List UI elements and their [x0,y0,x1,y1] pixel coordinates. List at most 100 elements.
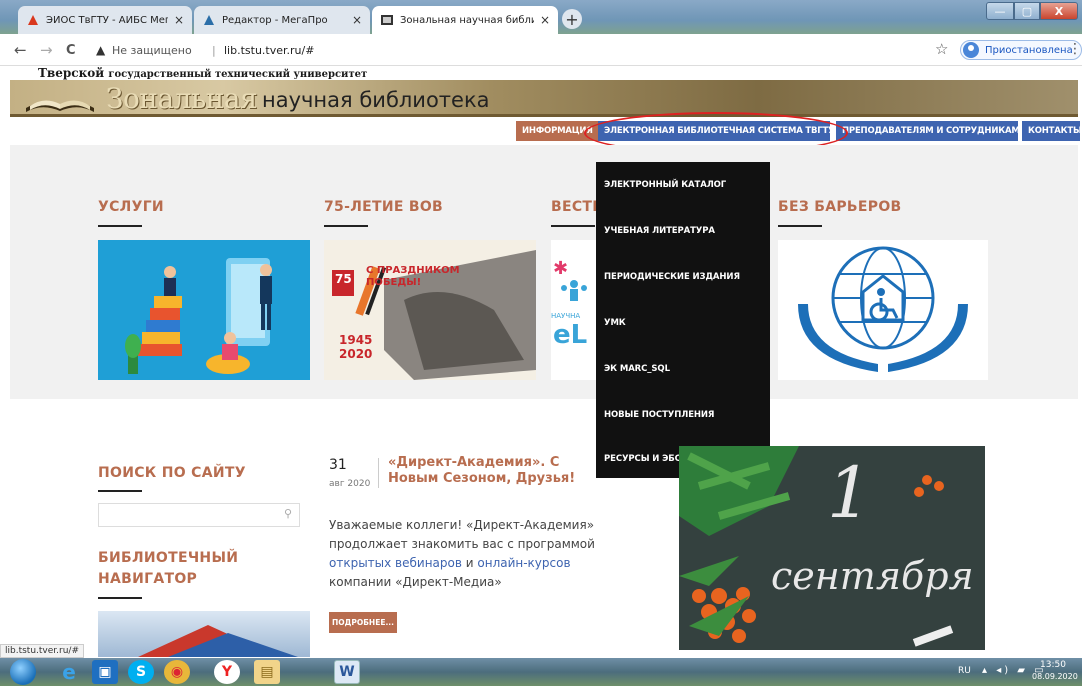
university-bar: Тверской государственный технический уни… [0,66,1082,80]
elib-label: НАУЧНА [551,312,581,320]
site-search-input[interactable] [98,503,300,527]
barriers-image[interactable] [778,240,988,380]
vestnik-image[interactable]: ✱ НАУЧНА eL [551,240,596,380]
yandex-taskbar-icon[interactable]: Y [214,660,240,684]
dropdown-item-resources[interactable]: РЕСУРСЫ И ЭБС [604,454,681,464]
profile-button[interactable]: Приостановлена [960,40,1082,60]
browser-tab-library[interactable]: Зональная научная библиотека × [372,6,558,34]
status-url: lib.tstu.tver.ru/# [0,644,84,658]
security-status[interactable]: Не защищено [112,44,192,57]
browser-tab-eios[interactable]: ЭИОС ТвГТУ - АИБС МегаПро × [18,6,192,34]
search-title: ПОИСК ПО САЙТУ [98,465,246,481]
vov-greeting-line1: С ПРАЗДНИКОМ [366,265,460,276]
news-text: Уважаемые коллеги! «Директ-Академия» про… [329,518,595,551]
read-more-button[interactable]: ПОДРОБНЕЕ... [329,612,397,633]
university-rest: государственный технический университет [108,69,368,80]
online-courses-link[interactable]: онлайн-курсов [477,556,570,570]
news-text: компании «Директ-Медиа» [329,575,502,589]
dropdown-item-umk[interactable]: УМК [604,318,626,328]
news-date-month: авг 2020 [329,479,371,489]
asterisk-icon: ✱ [553,258,569,279]
warning-icon[interactable]: ▲ [96,43,105,57]
megapro-icon [204,15,214,25]
people-with-books-illustration [125,258,272,374]
browser-tab-editor[interactable]: Редактор - МегаПро × [194,6,370,34]
skype-taskbar-icon[interactable]: S [128,660,154,684]
library-name-highlight: Зональная [106,82,258,115]
explorer-taskbar-icon[interactable]: ▤ [254,660,280,684]
news-date-day: 31 [329,457,347,473]
ie-taskbar-icon[interactable]: e [56,660,82,684]
news-excerpt: Уважаемые коллеги! «Директ-Академия» про… [329,516,629,592]
divider [551,225,595,227]
address-bar: ← → C ▲ Не защищено | lib.tstu.tver.ru/#… [0,34,1082,66]
divider [378,458,379,488]
dropdown-item-new-arrivals[interactable]: НОВЫЕ ПОСТУПЛЕНИЯ [604,410,714,420]
people-icon [561,280,587,301]
divider [324,225,368,227]
tab-close-icon[interactable]: × [174,13,184,27]
tab-close-icon[interactable]: × [540,13,550,27]
vov-greeting-line2: ПОБЕДЫ! [366,277,422,288]
services-image[interactable] [98,240,310,380]
divider [98,225,142,227]
clock-date[interactable]: 08.09.2020 [1032,672,1078,681]
september-image[interactable]: 1 сентября [679,446,985,650]
tab-title: ЭИОС ТвГТУ - АИБС МегаПро [46,14,168,26]
tab-title: Зональная научная библиотека [400,14,534,26]
tab-close-icon[interactable]: × [352,13,362,27]
clock-time[interactable]: 13:50 [1040,660,1066,670]
divider [778,225,822,227]
nav-staff[interactable]: ПРЕПОДАВАТЕЛЯМ И СОТРУДНИКАМ [836,121,1020,141]
search-icon[interactable]: ⚲ [284,507,292,520]
library-favicon [381,15,393,25]
vov-image[interactable]: 75 С ПРАЗДНИКОМ ПОБЕДЫ! 1945 2020 [324,240,536,380]
browser-tabbar: ЭИОС ТвГТУ - АИБС МегаПро × Редактор - М… [0,0,1082,34]
tab-title: Редактор - МегаПро [222,14,328,26]
els-dropdown-menu: ЭЛЕКТРОННЫЙ КАТАЛОГ УЧЕБНАЯ ЛИТЕРАТУРА П… [596,162,770,478]
vov-badge: 75 [335,272,352,286]
back-button[interactable]: ← [14,41,27,59]
start-button[interactable] [10,659,36,685]
window-close-button[interactable]: X [1040,2,1078,20]
url-separator: | [212,44,216,57]
divider [98,597,142,599]
vov-title[interactable]: 75-ЛЕТИЕ ВОВ [324,199,443,215]
language-indicator[interactable]: RU [958,666,971,676]
september-number: 1 [827,452,872,534]
profile-label: Приостановлена [985,44,1073,56]
outlook-taskbar-icon[interactable]: ▣ [92,660,118,684]
window-minimize-button[interactable]: — [986,2,1014,20]
browser-menu-icon[interactable]: ⋮ [1068,41,1082,57]
chrome-taskbar-icon[interactable]: ◉ [164,660,190,684]
divider [98,490,142,492]
reload-button[interactable]: C [66,43,76,58]
webinars-link[interactable]: открытых вебинаров [329,556,462,570]
word-taskbar-icon[interactable]: W [334,660,360,684]
url-input[interactable]: lib.tstu.tver.ru/# [224,44,314,57]
navigator-graphic [138,625,298,657]
barriers-title[interactable]: БЕЗ БАРЬЕРОВ [778,199,902,215]
bookmark-star-icon[interactable]: ☆ [935,40,948,58]
navigator-image[interactable] [98,611,310,657]
window-maximize-button[interactable]: ▢ [1014,2,1040,20]
navigator-title: БИБЛИОТЕЧНЫЙ НАВИГАТОР [98,550,239,587]
vov-year-to: 2020 [339,347,373,361]
accessibility-globe-icon [798,246,968,372]
library-name-rest: научная библиотека [262,88,490,112]
news-text: и [461,556,478,570]
new-tab-button[interactable]: + [562,9,582,29]
september-word: сентября [771,554,974,598]
elib-logo: eL [553,320,588,350]
forward-button[interactable]: → [40,41,53,59]
dropdown-item-marc-sql[interactable]: ЭК MARC_SQL [604,364,670,374]
nav-contacts[interactable]: КОНТАКТЫ [1022,121,1082,141]
dropdown-item-periodicals[interactable]: ПЕРИОДИЧЕСКИЕ ИЗДАНИЯ [604,272,740,282]
library-banner[interactable]: Зональная научная библиотека [10,80,1078,117]
vov-year-from: 1945 [339,333,373,347]
news-title-link[interactable]: «Директ-Академия». С Новым Сезоном, Друз… [388,455,596,487]
dropdown-item-catalog[interactable]: ЭЛЕКТРОННЫЙ КАТАЛОГ [604,180,726,190]
dropdown-item-textbooks[interactable]: УЧЕБНАЯ ЛИТЕРАТУРА [604,226,715,236]
university-prefix: Тверской [38,66,105,80]
services-title[interactable]: УСЛУГИ [98,199,164,215]
